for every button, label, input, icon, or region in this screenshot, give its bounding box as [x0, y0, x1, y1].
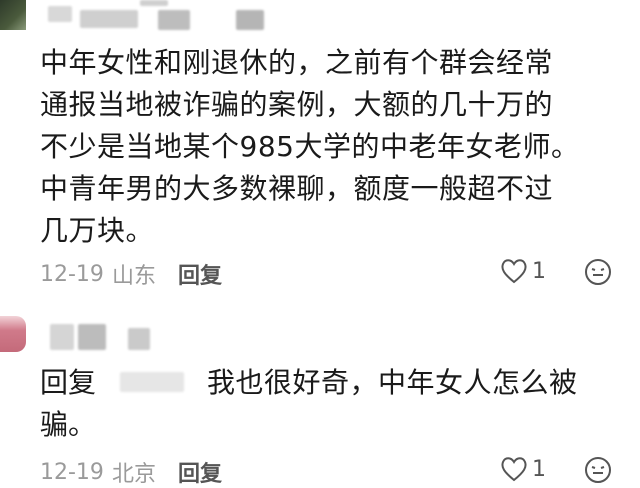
- comment-line: 我也很好奇，中年女人怎么被: [207, 366, 578, 399]
- username-blurred[interactable]: [158, 10, 190, 30]
- like-count: 1: [532, 456, 546, 482]
- comment-date: 12-19: [40, 261, 104, 287]
- comment-location: 北京: [111, 462, 156, 487]
- comment-line: 几万块。: [40, 214, 155, 247]
- emoji-face-icon[interactable]: [584, 258, 612, 286]
- username-blurred[interactable]: [50, 324, 74, 350]
- comment-meta: 12-19 北京 回复: [40, 456, 222, 488]
- emoji-face-icon[interactable]: [584, 456, 612, 484]
- reply-button[interactable]: 回复: [178, 456, 222, 488]
- username-blurred[interactable]: [80, 10, 138, 28]
- heart-outline-icon: [501, 457, 527, 482]
- comment-line: 通报当地被诈骗的案例，大额的几十万的: [40, 88, 554, 121]
- comment-date: 12-19: [40, 459, 104, 485]
- username-blurred[interactable]: [48, 6, 72, 22]
- like-button[interactable]: 1: [500, 258, 546, 284]
- comment-line: 不少是当地某个985大学的中老年女老师。: [40, 130, 580, 163]
- reply-prefix: 回复: [40, 366, 97, 399]
- like-count: 1: [532, 258, 546, 284]
- username-blurred[interactable]: [78, 324, 106, 350]
- mentioned-user-blurred[interactable]: [120, 372, 184, 392]
- comment-text: 中年女性和刚退休的，之前有个群会经常 通报当地被诈骗的案例，大额的几十万的 不少…: [40, 42, 630, 252]
- comment-line: 中年女性和刚退休的，之前有个群会经常: [40, 46, 554, 79]
- username-blurred[interactable]: [128, 328, 150, 350]
- comment-location: 山东: [111, 264, 156, 289]
- username-blurred: [140, 0, 168, 6]
- comment-line: 骗。: [40, 408, 97, 441]
- like-button[interactable]: 1: [500, 456, 546, 482]
- username-blurred[interactable]: [236, 10, 264, 30]
- comment-line: 中青年男的大多数裸聊，额度一般超不过: [40, 172, 554, 205]
- comment-meta: 12-19 山东 回复: [40, 258, 222, 290]
- avatar[interactable]: [0, 0, 26, 30]
- reply-button[interactable]: 回复: [178, 258, 222, 290]
- heart-outline-icon: [501, 259, 527, 284]
- avatar[interactable]: [0, 316, 26, 352]
